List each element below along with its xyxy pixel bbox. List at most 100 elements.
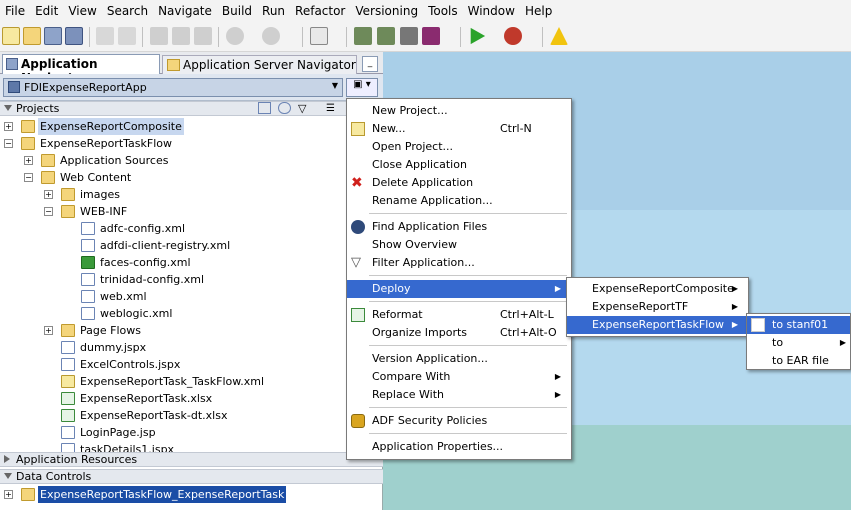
tree-item-page-flows[interactable]: + Page Flows [0,322,367,339]
tree-item-expensereporttask-dt-xlsx[interactable]: ExpenseReportTask-dt.xlsx [0,407,367,424]
menu-tools[interactable]: Tools [423,4,463,18]
menu-item-replace-with[interactable]: Replace With ▶ [347,386,571,404]
filter-icon[interactable]: ▽ [298,102,306,115]
paste-icon[interactable] [194,27,212,45]
minimize-button[interactable]: _ [362,56,378,72]
menu-view[interactable]: View [63,4,101,18]
toolbar [0,21,851,52]
tab-application-server-navigator[interactable]: Application Server Navigator [162,55,357,74]
tree-item-expensereporttask-xlsx[interactable]: ExpenseReportTask.xlsx [0,390,367,407]
excel-file-icon [61,392,75,405]
forward-icon[interactable] [262,27,280,45]
tab-application-navigator[interactable]: Application Navigator [2,54,160,85]
menu-item-adf-security-policies[interactable]: ADF Security Policies [347,412,571,430]
chevron-down-icon: ▼ [331,81,338,90]
tree-item-web-content[interactable]: − Web Content [0,169,367,186]
redo-icon[interactable] [118,27,136,45]
menu-item-organize-imports[interactable]: Organize Imports Ctrl+Alt-O [347,324,571,342]
search-icon[interactable] [258,102,271,114]
menu-item-new-project[interactable]: New Project... [347,102,571,120]
menu-item-filter-application[interactable]: ▽ Filter Application... [347,254,571,272]
sort-icon[interactable]: ☰ [326,102,335,115]
copy-icon[interactable] [172,27,190,45]
tree-item-expensereportcomposite[interactable]: + ExpenseReportComposite [0,118,367,135]
menu-search[interactable]: Search [102,4,153,18]
tree-item-application-sources[interactable]: + Application Sources [0,152,367,169]
data-control-item[interactable]: + ExpenseReportTaskFlow_ExpenseReportTas… [0,486,383,503]
tree-item-trinidad-config[interactable]: trinidad-config.xml [0,271,367,288]
menu-item-new[interactable]: New... Ctrl-N [347,120,571,138]
application-menu-button[interactable]: ▣ ▾ [346,78,378,97]
collapse-icon[interactable]: − [44,207,53,216]
debug-icon[interactable] [504,27,522,45]
warning-icon[interactable] [550,27,568,45]
menu-item-open-project[interactable]: Open Project... [347,138,571,156]
make-icon[interactable] [354,27,372,45]
tree-item-taskflow-xml[interactable]: ExpenseReportTask_TaskFlow.xml [0,373,367,390]
menu-item-compare-with[interactable]: Compare With ▶ [347,368,571,386]
menu-item-show-overview[interactable]: Show Overview [347,236,571,254]
refresh-icon[interactable] [278,102,291,114]
tree-item-excelcontrols-jspx[interactable]: ExcelControls.jspx [0,356,367,373]
open-icon[interactable] [23,27,41,45]
menu-item-delete-application[interactable]: ✖ Delete Application [347,174,571,192]
expand-icon[interactable]: + [44,190,53,199]
sql-icon[interactable] [310,27,328,45]
menu-run[interactable]: Run [257,4,290,18]
expand-icon[interactable]: + [24,156,33,165]
menu-build[interactable]: Build [217,4,257,18]
new-icon[interactable] [2,27,20,45]
tree-item-dummy-jspx[interactable]: dummy.jspx [0,339,367,356]
menu-help[interactable]: Help [520,4,557,18]
expand-icon[interactable]: + [44,326,53,335]
clean-icon[interactable] [400,27,418,45]
save-icon[interactable] [44,27,62,45]
menu-versioning[interactable]: Versioning [350,4,423,18]
target-item-to[interactable]: to ▶ [747,334,850,352]
collapse-icon[interactable]: − [24,173,33,182]
expand-icon[interactable]: + [4,122,13,131]
projects-header[interactable]: Projects ▽ ☰ [0,101,383,116]
collapse-icon[interactable]: − [4,139,13,148]
tree-item-images[interactable]: + images [0,186,367,203]
submenu-arrow-icon: ▶ [554,390,561,399]
application-resources-header[interactable]: Application Resources [0,452,383,467]
menu-item-rename-application[interactable]: Rename Application... [347,192,571,210]
menu-item-find-application-files[interactable]: Find Application Files [347,218,571,236]
undo-icon[interactable] [96,27,114,45]
menu-window[interactable]: Window [463,4,520,18]
application-selector[interactable]: FDIExpenseReportApp ▼ [3,78,343,97]
tree-item-adfdi-client-registry[interactable]: adfdi-client-registry.xml [0,237,367,254]
rebuild-icon[interactable] [377,27,395,45]
cut-icon[interactable] [150,27,168,45]
menu-item-reformat[interactable]: Reformat Ctrl+Alt-L [347,306,571,324]
menu-file[interactable]: File [0,4,30,18]
deploy-item-expensereporttaskflow[interactable]: ExpenseReportTaskFlow ▶ [567,316,748,334]
back-icon[interactable] [226,27,244,45]
target-item-to-ear-file[interactable]: to EAR file [747,352,850,370]
submenu-arrow-icon: ▶ [731,284,738,293]
tree-item-web-inf[interactable]: − WEB-INF [0,203,367,220]
deploy-icon[interactable] [422,27,440,45]
menu-refactor[interactable]: Refactor [290,4,350,18]
tree-item-faces-config[interactable]: faces-config.xml [0,254,367,271]
data-controls-header[interactable]: Data Controls [0,469,383,484]
expand-icon[interactable]: + [4,490,13,499]
menu-navigate[interactable]: Navigate [153,4,217,18]
deploy-item-expensereportcomposite[interactable]: ExpenseReportComposite ▶ [567,280,748,298]
menu-item-close-application[interactable]: Close Application [347,156,571,174]
application-navigator-panel: Application Navigator Application Server… [0,52,383,510]
menu-item-version-application[interactable]: Version Application... [347,350,571,368]
deploy-item-expensereporttf[interactable]: ExpenseReportTF ▶ [567,298,748,316]
menu-item-deploy[interactable]: Deploy ▶ [347,280,571,298]
tree-item-adfc-config[interactable]: adfc-config.xml [0,220,367,237]
tree-item-loginpage-jsp[interactable]: LoginPage.jsp [0,424,367,441]
menu-item-application-properties[interactable]: Application Properties... [347,438,571,456]
tree-item-weblogic-xml[interactable]: weblogic.xml [0,305,367,322]
tree-item-expensereporttaskflow[interactable]: − ExpenseReportTaskFlow [0,135,367,152]
tree-item-web-xml[interactable]: web.xml [0,288,367,305]
save-all-icon[interactable] [65,27,83,45]
menu-edit[interactable]: Edit [30,4,63,18]
run-icon[interactable] [470,27,486,45]
target-item-to-stanf01[interactable]: to stanf01 [747,316,850,334]
